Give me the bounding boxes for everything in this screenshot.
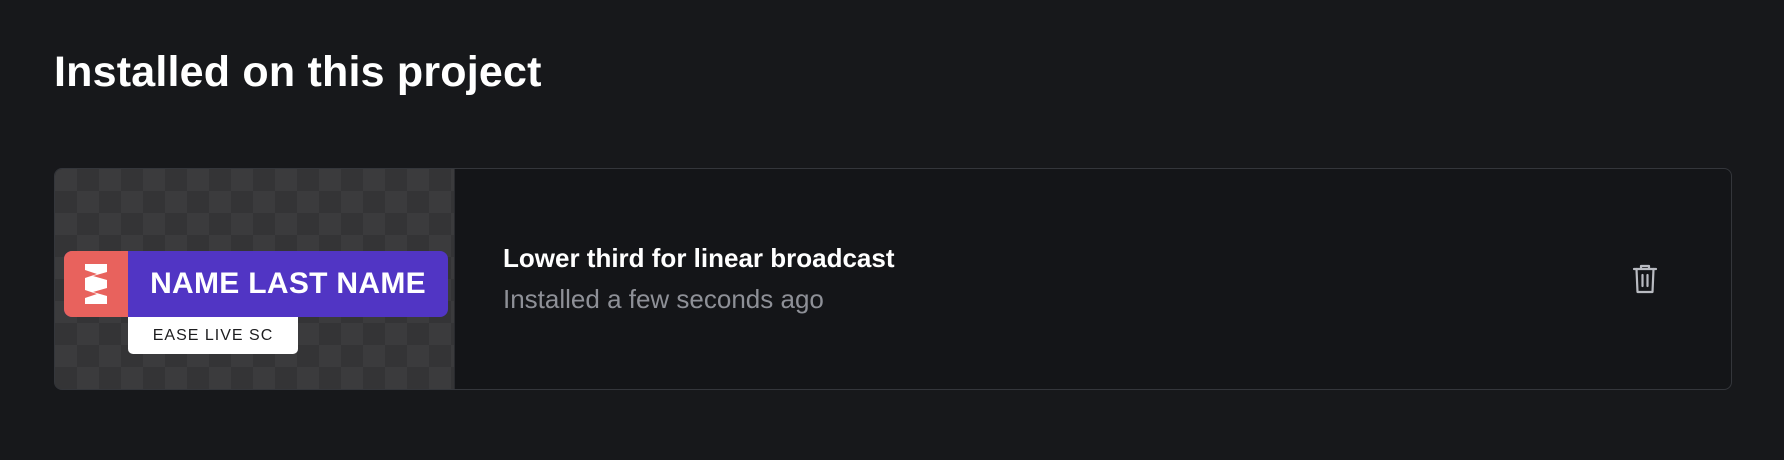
- section-title: Installed on this project: [54, 48, 542, 96]
- item-title: Lower third for linear broadcast: [503, 243, 895, 273]
- item-info: Lower third for linear broadcast Install…: [455, 169, 1731, 389]
- installed-section: Installed on this project NAME LAST NAME…: [0, 0, 1784, 460]
- trash-icon: [1632, 264, 1658, 294]
- installed-item-card: NAME LAST NAME EASE LIVE SC Lower third …: [54, 168, 1732, 390]
- lower-third-sub-text: EASE LIVE SC: [128, 317, 298, 354]
- item-thumbnail: NAME LAST NAME EASE LIVE SC: [55, 169, 455, 389]
- lower-third-name-text: NAME LAST NAME: [150, 267, 426, 300]
- delete-button[interactable]: [1627, 261, 1663, 297]
- lower-third-bar: NAME LAST NAME: [64, 251, 448, 317]
- ease-live-logo-icon: [64, 251, 128, 317]
- item-status: Installed a few seconds ago: [503, 284, 824, 314]
